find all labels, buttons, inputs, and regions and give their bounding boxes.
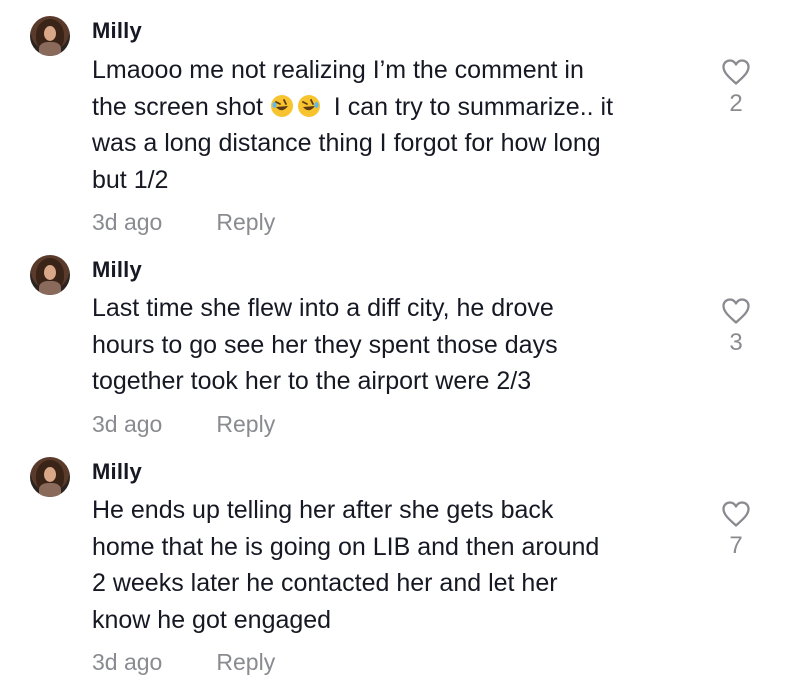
comment-meta: 3d ago Reply bbox=[92, 649, 275, 676]
comment-text-line: hours to go see her they spent those day… bbox=[92, 330, 558, 359]
reply-button[interactable]: Reply bbox=[216, 649, 275, 676]
like-button[interactable]: 2 bbox=[716, 58, 756, 118]
rolling-on-floor-laughing-emoji bbox=[270, 93, 297, 121]
comment-text: Lmaooo me not realizing I’m the comment … bbox=[92, 52, 702, 198]
avatar[interactable] bbox=[30, 255, 70, 295]
comment-text: Last time she flew into a diff city, he … bbox=[92, 290, 702, 400]
comment-meta: 3d ago Reply bbox=[92, 411, 275, 438]
comment-text-line: know he got engaged bbox=[92, 605, 332, 634]
comment-text-line: the screen shot I can try to summarize..… bbox=[92, 89, 702, 126]
comment-text-line: 2 weeks later he contacted her and let h… bbox=[92, 569, 558, 597]
comment-text-line: Lmaooo me not realizing I’m the comment … bbox=[92, 56, 584, 84]
comment-text-line: home that he is going on LIB and then ar… bbox=[92, 532, 600, 561]
comment-timestamp: 3d ago bbox=[92, 209, 163, 235]
comment-text-line: Last time she flew into a diff city, he … bbox=[92, 294, 554, 322]
rolling-on-floor-laughing-emoji bbox=[297, 93, 324, 121]
heart-outline-icon bbox=[722, 298, 750, 324]
like-count: 3 bbox=[729, 329, 743, 356]
like-button[interactable]: 7 bbox=[716, 500, 756, 560]
comment-username[interactable]: Milly bbox=[92, 459, 142, 485]
like-count: 7 bbox=[729, 532, 743, 559]
reply-button[interactable]: Reply bbox=[216, 209, 275, 236]
heart-outline-icon bbox=[722, 501, 750, 527]
like-count: 2 bbox=[729, 90, 743, 117]
comment-text: He ends up telling her after she gets ba… bbox=[92, 492, 702, 638]
rolling-on-floor-laughing-icon bbox=[270, 94, 293, 117]
comment-username[interactable]: Milly bbox=[92, 18, 142, 44]
comment-text-fragment: the screen shot bbox=[92, 92, 263, 121]
comment-text-line: but 1/2 bbox=[92, 165, 169, 194]
comment-text-line: was a long distance thing I forgot for h… bbox=[92, 129, 601, 157]
comment-timestamp: 3d ago bbox=[92, 649, 163, 675]
comment-timestamp: 3d ago bbox=[92, 411, 163, 437]
comment-text-line: together took her to the airport were 2/… bbox=[92, 367, 532, 395]
comment-text-line: He ends up telling her after she gets ba… bbox=[92, 496, 554, 524]
heart-outline-icon bbox=[722, 59, 750, 85]
comment-text-fragment: I can try to summarize.. it bbox=[333, 92, 614, 121]
reply-button[interactable]: Reply bbox=[216, 411, 275, 438]
rolling-on-floor-laughing-icon bbox=[297, 94, 320, 117]
avatar[interactable] bbox=[30, 16, 70, 56]
avatar[interactable] bbox=[30, 457, 70, 497]
comment-meta: 3d ago Reply bbox=[92, 209, 275, 236]
comment-username[interactable]: Milly bbox=[92, 257, 142, 283]
like-button[interactable]: 3 bbox=[716, 297, 756, 357]
